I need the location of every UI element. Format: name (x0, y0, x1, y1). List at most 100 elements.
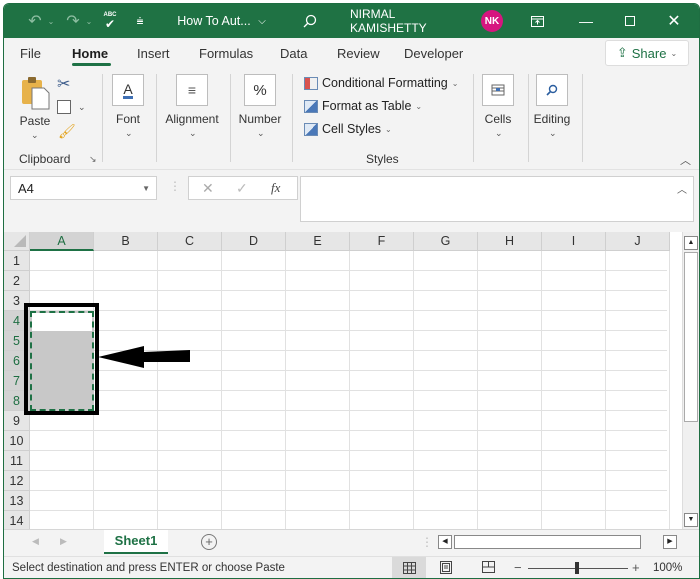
paste-button[interactable]: Paste ⌄ (18, 76, 52, 144)
column-header-h[interactable]: H (478, 232, 542, 251)
row-header-11[interactable]: 11 (4, 451, 30, 471)
close-button[interactable]: ✕ (660, 4, 688, 38)
tab-insert[interactable]: Insert (137, 46, 170, 61)
number-button[interactable]: % Number ⌄ (234, 74, 286, 142)
scroll-up-icon[interactable]: ▲ (684, 236, 698, 250)
gridline (30, 470, 667, 471)
cell-styles-button[interactable]: Cell Styles ⌄ (304, 122, 392, 136)
maximize-button[interactable] (616, 4, 644, 38)
font-dropdown-icon: ⌄ (125, 128, 133, 138)
copy-icon[interactable] (57, 100, 71, 114)
expand-formula-bar-icon[interactable]: ︿ (677, 181, 687, 196)
vertical-scrollbar[interactable]: ▲ ▼ (682, 232, 699, 529)
column-header-f[interactable]: F (350, 232, 414, 251)
avatar-button[interactable]: NK (480, 4, 504, 38)
tab-review[interactable]: Review (337, 46, 380, 61)
minimize-button[interactable]: — (572, 4, 600, 38)
tab-home[interactable]: Home (72, 46, 108, 61)
prev-sheet-icon[interactable]: ◀ (32, 536, 39, 547)
add-sheet-icon[interactable]: + (201, 534, 217, 550)
alignment-button[interactable]: ≡ Alignment ⌄ (160, 74, 224, 142)
row-header-12[interactable]: 12 (4, 471, 30, 491)
format-as-table-label: Format as Table (322, 99, 412, 113)
title-dropdown-icon[interactable]: ⌵ (254, 4, 270, 38)
editing-button[interactable]: Editing ⌄ (530, 74, 574, 142)
document-title[interactable]: How To Aut... (174, 4, 254, 38)
separator (230, 74, 231, 162)
redo-icon[interactable]: ↷ (62, 4, 84, 38)
search-icon[interactable] (300, 4, 320, 38)
collapse-ribbon-icon[interactable]: ︿ (680, 152, 691, 168)
column-header-c[interactable]: C (158, 232, 222, 251)
editing-search-icon (536, 74, 568, 106)
column-header-b[interactable]: B (94, 232, 158, 251)
cut-icon[interactable]: ✂ (57, 74, 70, 94)
font-button[interactable]: A Font ⌄ (107, 74, 149, 142)
scroll-left-icon[interactable]: ◀ (438, 535, 452, 549)
conditional-formatting-button[interactable]: Conditional Formatting ⌄ (304, 76, 458, 90)
page-break-preview-button[interactable] (482, 561, 495, 576)
vertical-scroll-thumb[interactable] (684, 252, 698, 422)
redo-dropdown-icon[interactable]: ⌄ (84, 4, 94, 38)
styles-group-label: Styles (366, 152, 399, 166)
dropdown-icon: ⌄ (385, 124, 392, 134)
format-as-table-button[interactable]: Format as Table ⌄ (304, 99, 422, 113)
tab-developer[interactable]: Developer (404, 46, 463, 61)
share-dropdown-icon: ⌄ (670, 48, 678, 58)
formula-input[interactable]: ︿ (300, 176, 694, 222)
next-sheet-icon[interactable]: ▶ (60, 536, 67, 547)
title-bar: ↶ ⌄ ↷ ⌄ ABC ✔ ⩧ How To Aut... ⌵ NIRMAL KA… (4, 4, 699, 38)
scroll-down-icon[interactable]: ▼ (684, 513, 698, 527)
row-header-10[interactable]: 10 (4, 431, 30, 451)
column-header-g[interactable]: G (414, 232, 478, 251)
zoom-out-button[interactable]: − (514, 560, 522, 575)
row-header-1[interactable]: 1 (4, 251, 30, 271)
column-header-j[interactable]: J (606, 232, 670, 251)
spelling-icon[interactable]: ABC ✔ (100, 4, 120, 38)
cell-styles-icon (304, 122, 318, 136)
separator (473, 74, 474, 162)
row-header-2[interactable]: 2 (4, 271, 30, 291)
highlight-box (24, 303, 99, 415)
column-header-d[interactable]: D (222, 232, 286, 251)
undo-icon[interactable]: ↶ (24, 4, 46, 38)
gridline (30, 310, 667, 311)
select-all-button[interactable] (4, 232, 30, 251)
cells-button[interactable]: Cells ⌄ (479, 74, 517, 142)
tab-data[interactable]: Data (280, 46, 307, 61)
clipboard-launcher-icon[interactable]: ↘ (89, 154, 97, 165)
zoom-slider-thumb[interactable] (575, 562, 579, 574)
tab-formulas[interactable]: Formulas (199, 46, 253, 61)
formula-bar-grip[interactable]: ⋮ (169, 179, 181, 193)
horizontal-scroll-thumb[interactable] (454, 535, 641, 549)
conditional-formatting-label: Conditional Formatting (322, 76, 448, 90)
scroll-right-icon[interactable]: ▶ (663, 535, 677, 549)
format-painter-icon[interactable]: 🖌 (58, 123, 76, 140)
tab-split-grip[interactable]: ⋮ (421, 535, 433, 549)
customize-toolbar-icon[interactable]: ⩧ (132, 4, 148, 38)
normal-view-button[interactable] (392, 557, 426, 578)
cancel-icon[interactable]: ✕ (202, 180, 214, 197)
enter-icon[interactable]: ✓ (236, 180, 248, 197)
zoom-in-button[interactable]: + (632, 560, 640, 575)
paste-label: Paste (19, 114, 51, 128)
name-box[interactable]: A4 ▼ (10, 176, 157, 200)
share-button[interactable]: ⇪ Share ⌄ (605, 40, 689, 66)
row-header-14[interactable]: 14 (4, 511, 30, 531)
separator (582, 74, 583, 162)
undo-dropdown-icon[interactable]: ⌄ (46, 4, 56, 38)
ribbon-display-options-icon[interactable] (526, 4, 548, 38)
sheet-tab-sheet1[interactable]: Sheet1 (104, 530, 168, 554)
tab-file[interactable]: File (20, 46, 41, 61)
column-header-e[interactable]: E (286, 232, 350, 251)
zoom-level[interactable]: 100% (653, 562, 682, 574)
page-layout-view-button[interactable] (440, 561, 452, 577)
separator (528, 74, 529, 162)
column-header-a[interactable]: A (30, 232, 94, 251)
worksheet-grid[interactable]: ▲ ▼ A B C D E F G H I J 1 2 3 4 5 6 7 8 9 10 11 12 13 14 (4, 232, 699, 531)
column-header-i[interactable]: I (542, 232, 606, 251)
paste-icon (22, 77, 50, 110)
insert-function-button[interactable]: fx (271, 180, 280, 196)
row-header-13[interactable]: 13 (4, 491, 30, 511)
copy-dropdown-icon[interactable]: ⌄ (78, 102, 86, 113)
